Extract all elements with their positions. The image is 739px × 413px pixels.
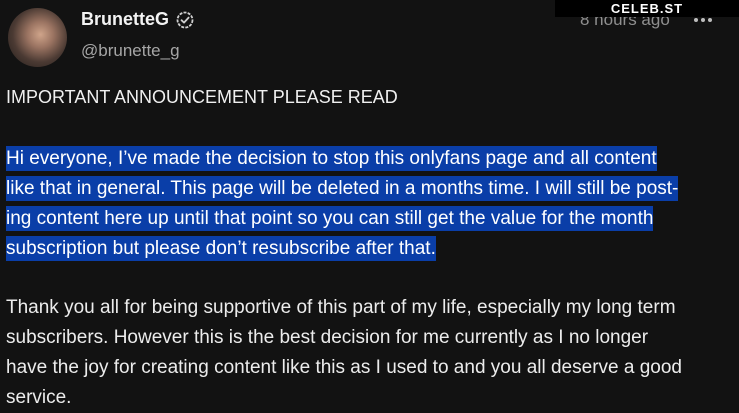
paragraph-line: Thank you all for being supportive of th…	[6, 297, 676, 318]
paragraph-line: Hi everyone, I’ve made the decision to s…	[6, 146, 657, 171]
author-display-name[interactable]: BrunetteG	[81, 9, 169, 30]
paragraph-line: ing content here up until that point so …	[6, 206, 654, 231]
avatar[interactable]	[8, 8, 67, 67]
post-paragraph-1: Hi everyone, I’ve made the decision to s…	[6, 144, 726, 264]
paragraph-line: like that in general. This page will be …	[6, 176, 679, 201]
paragraph-line: have the joy for creating content like t…	[6, 357, 682, 378]
post-paragraph-2: Thank you all for being supportive of th…	[6, 293, 726, 413]
paragraph-line: subscribers. However this is the best de…	[6, 327, 649, 348]
author-handle[interactable]: @brunette_g	[81, 41, 180, 61]
paragraph-line: service.	[6, 387, 72, 408]
verified-badge-icon	[176, 11, 194, 29]
paragraph-line: subscription but please don’t resubscrib…	[6, 236, 436, 261]
post-headline: IMPORTANT ANNOUNCEMENT PLEASE READ	[6, 87, 398, 107]
author-name-row[interactable]: BrunetteG	[81, 9, 194, 30]
watermark: CELEB.ST	[555, 0, 739, 17]
more-horizontal-icon	[694, 18, 698, 22]
